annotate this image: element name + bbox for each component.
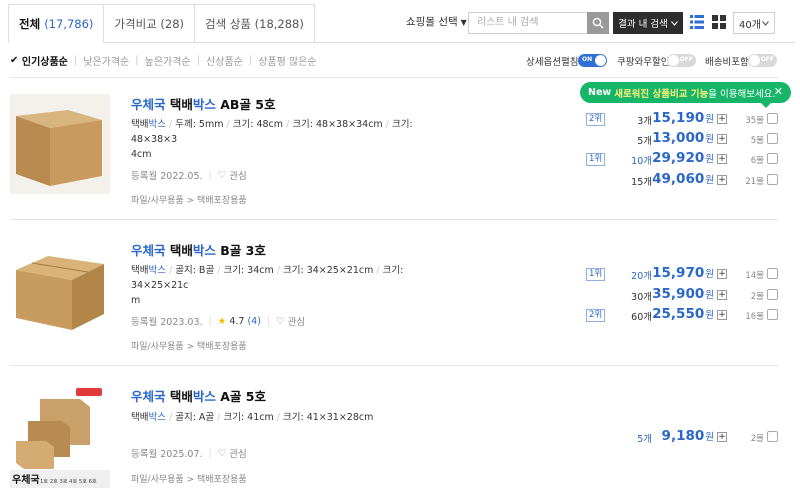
chevron-down-icon: [670, 20, 678, 26]
search-button[interactable]: [587, 12, 609, 34]
sort-newest[interactable]: 신상품순: [206, 53, 243, 68]
plus-icon[interactable]: +: [717, 175, 727, 185]
tab-price-compare[interactable]: 가격비교 (28): [104, 4, 195, 43]
chevron-down-icon: [762, 20, 769, 26]
heart-icon[interactable]: ♡: [276, 316, 285, 327]
per-page-select[interactable]: 40개: [733, 12, 775, 34]
check-icon: ✔: [10, 55, 22, 66]
price[interactable]: 13,000원: [652, 130, 714, 146]
product-title[interactable]: 우체국 택배박스 B골 3호: [131, 240, 266, 259]
compare-checkbox[interactable]: [767, 431, 778, 442]
wow-discount-toggle[interactable]: OFF: [667, 54, 696, 67]
product-meta: 등록월 2022.05. | ♡ 관심: [131, 169, 247, 183]
product-image[interactable]: [10, 94, 110, 194]
thumb-sizes: 1호 2호 3호 4호 5호 6호: [40, 478, 97, 485]
compare-checkbox[interactable]: [767, 309, 778, 320]
sort-options: ✔ 인기상품순 | 낮은가격순 | 높은가격순 | 신상품순 | 상품평 많은순: [10, 53, 317, 68]
toggle-label-detail: 상세옵션펼침: [526, 57, 579, 68]
product-meta: 등록월 2025.07. | ♡ 관심: [131, 447, 247, 461]
product-spec: 택배박스 / 골지: B골 / 크기: 34cm / 크기: 34×25×21c…: [131, 265, 404, 306]
plus-icon[interactable]: +: [717, 114, 727, 124]
price[interactable]: 35,900원: [652, 286, 714, 302]
price-row: 15개 49,060원 +21몰: [560, 171, 778, 190]
plus-icon[interactable]: +: [717, 432, 727, 442]
plus-icon[interactable]: +: [717, 269, 727, 279]
compare-checkbox[interactable]: [767, 174, 778, 185]
product-title[interactable]: 우체국 택배박스 A골 5호: [131, 386, 266, 405]
price-row: 1위 10개 29,920원 +6몰: [560, 150, 778, 169]
star-icon: ★: [217, 315, 227, 327]
price[interactable]: 15,970원: [652, 265, 714, 281]
product-category[interactable]: 파일/사무용품 > 택배포장용품: [131, 193, 247, 206]
price-row: 5개 9,180원 +2몰: [560, 428, 778, 447]
sort-popular[interactable]: 인기상품순: [22, 53, 68, 68]
compare-checkbox[interactable]: [767, 268, 778, 279]
plus-icon[interactable]: +: [717, 290, 727, 300]
product-image[interactable]: [10, 240, 110, 340]
thumb-caption: 우체국: [12, 473, 40, 486]
toggle-label-wow: 쿠팡와우할인: [617, 57, 670, 68]
price-row: 30개 35,900원 +2몰: [560, 286, 778, 305]
product-image[interactable]: 우체국 1호 2호 3호 4호 5호 6호: [10, 385, 110, 488]
product-category[interactable]: 파일/사무용품 > 택배포장용품: [131, 472, 247, 485]
plus-icon[interactable]: +: [717, 134, 727, 144]
tab-divider: [276, 42, 795, 43]
toggle-label-shipping: 배송비포함: [705, 57, 749, 68]
list-view-icon[interactable]: [688, 13, 706, 31]
price-row: 2위 3개 15,190원 +35몰: [560, 110, 778, 129]
price[interactable]: 25,550원: [652, 306, 714, 322]
divider: [10, 219, 778, 220]
price[interactable]: 15,190원: [652, 110, 714, 126]
price[interactable]: 9,180원: [662, 428, 714, 444]
plus-icon[interactable]: +: [717, 310, 727, 320]
tab-search-products[interactable]: 검색 상품 (18,288): [195, 4, 315, 43]
shipping-included-toggle[interactable]: OFF: [748, 54, 777, 67]
divider: [10, 77, 778, 78]
compare-checkbox[interactable]: [767, 289, 778, 300]
product-meta: 등록월 2023.03. | ★ 4.7 (4) | ♡ 관심: [131, 315, 306, 329]
compare-checkbox[interactable]: [767, 133, 778, 144]
caret-down-icon: ▼: [460, 18, 467, 27]
price-row: 5개 13,000원 +5몰: [560, 130, 778, 149]
compare-checkbox[interactable]: [767, 113, 778, 124]
result-tabs: 전체 (17,786) 가격비교 (28) 검색 상품 (18,288): [8, 4, 315, 43]
tab-all[interactable]: 전체 (17,786): [8, 4, 105, 43]
heart-icon[interactable]: ♡: [218, 448, 227, 459]
product-spec: 택배박스 / 골지: A골 / 크기: 41cm / 크기: 41×31×28c…: [131, 412, 374, 423]
product-spec: 택배박스 / 두께: 5mm / 크기: 48cm / 크기: 48×38×34…: [131, 119, 413, 160]
mall-select[interactable]: 쇼핑몰 선택 ▼: [406, 14, 467, 29]
detail-options-toggle[interactable]: ON: [578, 54, 607, 67]
price[interactable]: 49,060원: [652, 171, 714, 187]
search-icon: [592, 17, 604, 29]
divider: [10, 365, 778, 366]
heart-icon[interactable]: ♡: [218, 170, 227, 181]
sort-high-price[interactable]: 높은가격순: [145, 53, 191, 68]
price[interactable]: 29,920원: [652, 150, 714, 166]
compare-checkbox[interactable]: [767, 153, 778, 164]
price-row: 1위 20개 15,970원 +14몰: [560, 265, 778, 284]
plus-icon[interactable]: +: [717, 154, 727, 164]
sort-low-price[interactable]: 낮은가격순: [83, 53, 129, 68]
search-in-results-button[interactable]: 결과 내 검색: [613, 12, 683, 34]
sort-most-reviews[interactable]: 상품평 많은순: [258, 53, 316, 68]
product-category[interactable]: 파일/사무용품 > 택배포장용품: [131, 339, 247, 352]
grid-view-icon[interactable]: [710, 13, 728, 31]
feature-tooltip: New 새로워진 상품비교 기능 을 이용해보세요. ✕: [580, 82, 791, 108]
close-icon[interactable]: ✕: [774, 85, 783, 98]
product-title[interactable]: 우체국 택배박스 AB골 5호: [131, 94, 276, 113]
price-row: 2위 60개 25,550원 +16몰: [560, 306, 778, 325]
